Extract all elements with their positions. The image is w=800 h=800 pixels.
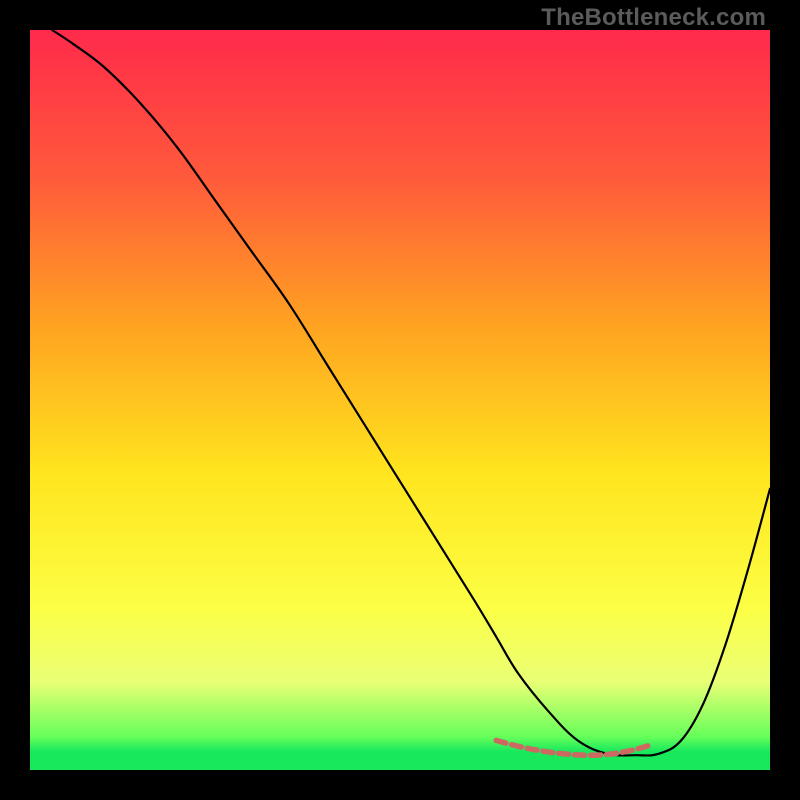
chart-svg <box>30 30 770 770</box>
chart-background <box>30 30 770 770</box>
chart-frame <box>30 30 770 770</box>
watermark-text: TheBottleneck.com <box>541 4 766 32</box>
